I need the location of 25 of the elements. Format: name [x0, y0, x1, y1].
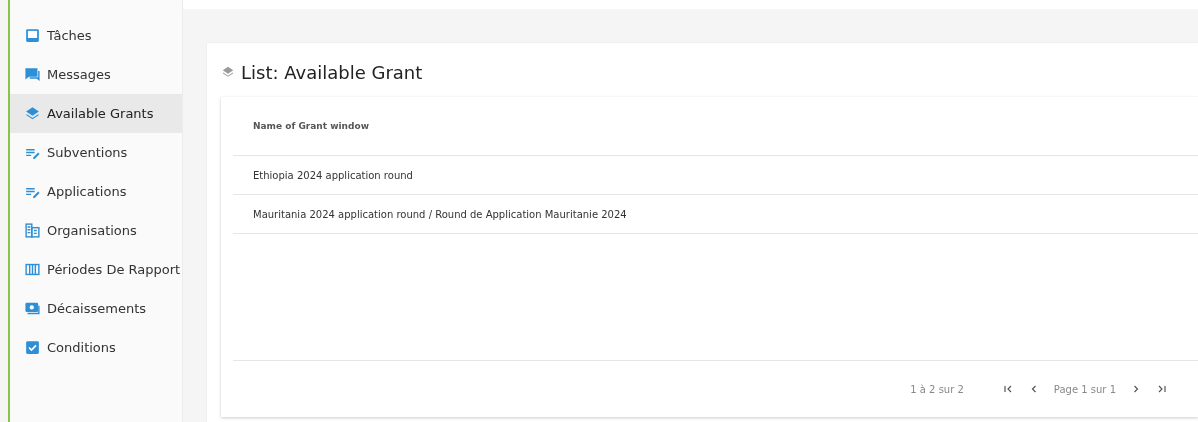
sidebar-item[interactable]: Organisations [10, 211, 182, 250]
range-label: 1 à 2 sur 2 [910, 383, 964, 395]
columns-icon [24, 261, 41, 278]
column-header: Name of Grant window [253, 121, 369, 131]
layers-icon [24, 105, 41, 122]
first-page-icon[interactable] [1001, 383, 1014, 395]
building-icon [24, 222, 41, 239]
sidebar-item[interactable]: Available Grants [10, 94, 182, 133]
page-label: Page 1 sur 1 [1053, 383, 1116, 395]
last-page-icon[interactable] [1156, 383, 1168, 395]
sidebar-item[interactable]: Subventions [10, 133, 182, 172]
page-title: List: Available Grant [241, 61, 423, 83]
sidebar-item[interactable]: Applications [10, 172, 182, 211]
chat-icon [24, 66, 41, 83]
sidebar-item[interactable]: Conditions [10, 328, 182, 367]
inbox-icon [24, 27, 41, 44]
table-cell[interactable]: Mauritania 2024 application round / Round de Application Mauritanie 2024 [253, 208, 627, 220]
sidebar-item[interactable]: Messages [10, 55, 182, 94]
money-icon [24, 300, 41, 317]
sidebar-item[interactable]: Tâches [10, 16, 182, 55]
checkbox-icon [24, 339, 41, 356]
layers-icon [221, 65, 235, 79]
sidebar-item[interactable]: Périodes De Rapport [10, 250, 182, 289]
table-cell[interactable]: Ethiopia 2024 application round [253, 169, 413, 181]
sidebar-item[interactable]: Décaissements [10, 289, 182, 328]
